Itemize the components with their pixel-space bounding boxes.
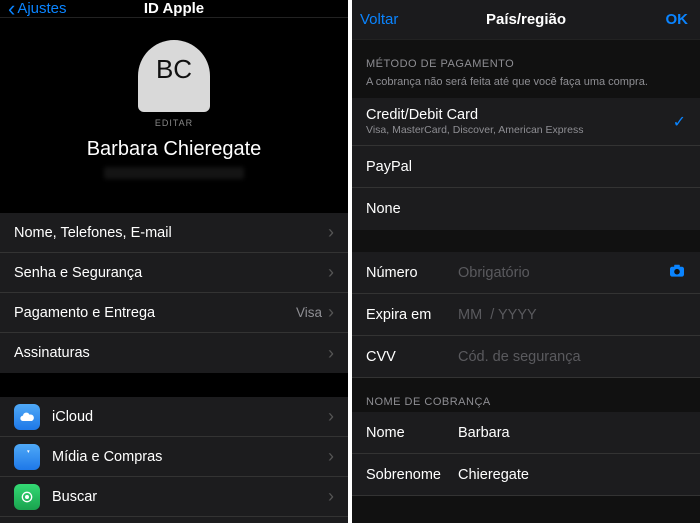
billing-first-value[interactable]: Barbara (458, 425, 686, 441)
row-password-security[interactable]: Senha e Segurança › (0, 253, 348, 293)
card-fields: Número Expira em CVV (352, 252, 700, 378)
billing-first-row[interactable]: Nome Barbara (352, 412, 700, 454)
card-expiry-row[interactable]: Expira em (352, 294, 700, 336)
billing-last-row[interactable]: Sobrenome Chieregate (352, 454, 700, 496)
edit-avatar-label[interactable]: EDITAR (155, 118, 193, 128)
row-payment-shipping[interactable]: Pagamento e Entrega Visa › (0, 293, 348, 333)
row-icloud[interactable]: iCloud › (0, 397, 348, 437)
billing-last-value[interactable]: Chieregate (458, 467, 686, 483)
chevron-right-icon: › (328, 262, 334, 283)
back-button[interactable]: Voltar (360, 11, 398, 28)
apple-id-screen: ‹ Ajustes ID Apple BC EDITAR Barbara Chi… (0, 0, 348, 523)
services-group: iCloud › Mídia e Compras › Buscar › Comp… (0, 397, 348, 523)
camera-icon[interactable] (668, 264, 686, 281)
payment-detail: Visa (296, 305, 322, 320)
nav-title: ID Apple (144, 0, 204, 17)
row-subscriptions[interactable]: Assinaturas › (0, 333, 348, 373)
row-name-phones-email[interactable]: Nome, Telefones, E-mail › (0, 213, 348, 253)
avatar-initials: BC (156, 54, 192, 85)
icloud-icon (14, 404, 40, 430)
row-find-my[interactable]: Buscar › (0, 477, 348, 517)
payment-option-card[interactable]: Credit/Debit Card Visa, MasterCard, Disc… (352, 98, 700, 146)
payment-method-list: Credit/Debit Card Visa, MasterCard, Disc… (352, 98, 700, 230)
account-group: Nome, Telefones, E-mail › Senha e Segura… (0, 213, 348, 373)
back-label: Voltar (360, 11, 398, 28)
nav-bar: Voltar País/região OK (352, 0, 700, 40)
row-media-purchases[interactable]: Mídia e Compras › (0, 437, 348, 477)
card-expiry-input[interactable] (458, 307, 686, 323)
checkmark-icon: ✓ (673, 112, 686, 132)
nav-title: País/região (486, 11, 566, 28)
chevron-right-icon: › (328, 343, 334, 364)
appstore-icon (14, 444, 40, 470)
chevron-right-icon: › (328, 446, 334, 467)
payment-option-none[interactable]: None (352, 188, 700, 230)
profile-email-blurred (104, 167, 244, 179)
card-number-input[interactable] (458, 265, 668, 281)
chevron-right-icon: › (328, 486, 334, 507)
card-cvv-row[interactable]: CVV (352, 336, 700, 378)
findmy-icon (14, 484, 40, 510)
nav-bar: ‹ Ajustes ID Apple (0, 0, 348, 18)
payment-method-footer: A cobrança não será feita até que você f… (352, 74, 700, 98)
profile-header: BC EDITAR Barbara Chieregate (0, 18, 348, 195)
payment-method-header: Método de pagamento (352, 40, 700, 74)
chevron-right-icon: › (328, 406, 334, 427)
billing-name-fields: Nome Barbara Sobrenome Chieregate (352, 412, 700, 496)
country-region-screen: Voltar País/região OK Método de pagament… (352, 0, 700, 523)
card-cvv-input[interactable] (458, 349, 686, 365)
chevron-left-icon: ‹ (8, 0, 15, 20)
card-number-row[interactable]: Número (352, 252, 700, 294)
avatar[interactable]: BC (138, 40, 210, 112)
done-button[interactable]: OK (666, 11, 689, 28)
profile-name: Barbara Chieregate (87, 138, 262, 161)
back-label: Ajustes (17, 0, 66, 17)
back-button[interactable]: ‹ Ajustes (8, 0, 67, 20)
billing-name-header: Nome de cobrança (352, 378, 700, 412)
chevron-right-icon: › (328, 302, 334, 323)
chevron-right-icon: › (328, 222, 334, 243)
payment-option-paypal[interactable]: PayPal (352, 146, 700, 188)
row-family-sharing[interactable]: Compartilhamento Familiar Saiba Mais › (0, 517, 348, 523)
